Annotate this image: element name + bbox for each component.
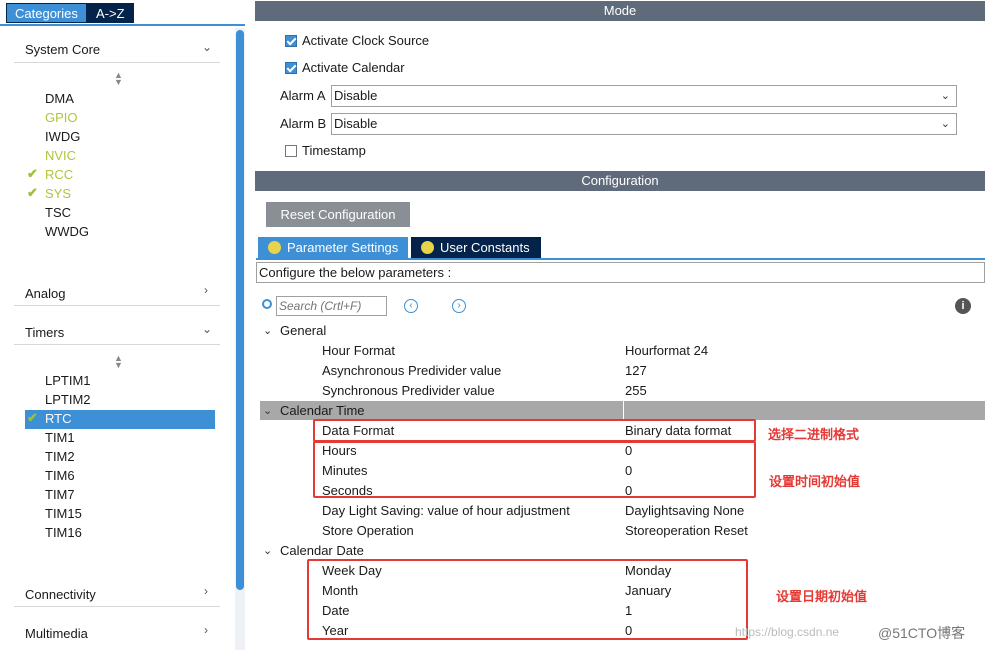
check-badge-icon	[421, 241, 434, 254]
alarm-b-value: Disable	[334, 116, 378, 131]
sidebar-scrollbar-thumb[interactable]	[236, 30, 244, 590]
activate-clock-label: Activate Clock Source	[302, 33, 430, 48]
highlight-box-binary	[313, 419, 756, 442]
param-label: Asynchronous Predivider value	[322, 363, 502, 378]
section-system-core[interactable]: System Core	[25, 42, 100, 57]
chevron-down-icon[interactable]: ⌄	[263, 324, 272, 337]
sidebar-item-rcc[interactable]: RCC	[45, 165, 73, 184]
chevron-right-icon[interactable]: ›	[204, 283, 208, 297]
group-calendar-time[interactable]: Calendar Time	[280, 403, 365, 418]
prev-result-icon[interactable]: ‹	[404, 299, 418, 313]
group-calendar-date[interactable]: Calendar Date	[280, 543, 364, 558]
column-divider	[623, 401, 624, 420]
annotation-binary: 选择二进制格式	[768, 427, 860, 442]
sidebar-item-tim15[interactable]: TIM15	[45, 504, 82, 523]
reset-configuration-button[interactable]: Reset Configuration	[266, 202, 410, 227]
sidebar-item-nvic[interactable]: NVIC	[45, 146, 76, 165]
annotation-date: 设置日期初始值	[776, 589, 868, 604]
sidebar-item-tim1[interactable]: TIM1	[45, 428, 75, 447]
chevron-down-icon[interactable]: ⌄	[263, 544, 272, 557]
param-value[interactable]: Storeoperation Reset	[625, 523, 748, 538]
sidebar-item-tim16[interactable]: TIM16	[45, 523, 82, 542]
sidebar-item-lptim2[interactable]: LPTIM2	[45, 390, 91, 409]
param-value[interactable]: 255	[625, 383, 647, 398]
divider	[14, 305, 220, 306]
divider	[14, 62, 220, 63]
section-multimedia[interactable]: Multimedia	[25, 626, 88, 641]
sidebar-item-rtc[interactable]: RTC	[45, 409, 71, 428]
param-label: Day Light Saving: value of hour adjustme…	[322, 503, 570, 518]
sidebar-item-tim7[interactable]: TIM7	[45, 485, 75, 504]
activate-clock-checkbox[interactable]	[285, 35, 297, 47]
section-analog[interactable]: Analog	[25, 286, 65, 301]
param-value[interactable]: Daylightsaving None	[625, 503, 744, 518]
sidebar-item-tim2[interactable]: TIM2	[45, 447, 75, 466]
tab-categories[interactable]: Categories	[6, 3, 87, 23]
timestamp-label: Timestamp	[302, 143, 366, 158]
sidebar-item-gpio[interactable]: GPIO	[45, 108, 78, 127]
sidebar-item-iwdg[interactable]: IWDG	[45, 127, 80, 146]
alarm-b-select[interactable]: Disable ⌄	[331, 113, 957, 135]
check-icon: ✔	[27, 185, 38, 200]
activate-calendar-checkbox[interactable]	[285, 62, 297, 74]
next-result-icon[interactable]: ›	[452, 299, 466, 313]
chevron-right-icon[interactable]: ›	[204, 623, 208, 637]
param-label: Store Operation	[322, 523, 414, 538]
configuration-header: Configuration	[255, 171, 985, 191]
tab-az[interactable]: A->Z	[87, 3, 134, 23]
divider	[14, 344, 220, 345]
tab-user-constants-label: User Constants	[440, 240, 530, 255]
chevron-down-icon[interactable]: ⌄	[202, 322, 212, 336]
watermark-right: @51CTO博客	[878, 625, 966, 641]
sidebar-item-lptim1[interactable]: LPTIM1	[45, 371, 91, 390]
check-icon: ✔	[27, 166, 38, 181]
check-badge-icon	[268, 241, 281, 254]
sidebar-item-dma[interactable]: DMA	[45, 89, 74, 108]
group-general[interactable]: General	[280, 323, 326, 338]
chevron-down-icon: ⌄	[940, 90, 950, 102]
sidebar-item-tsc[interactable]: TSC	[45, 203, 71, 222]
watermark-left: https://blog.csdn.ne	[735, 625, 840, 639]
param-value[interactable]: Hourformat 24	[625, 343, 708, 358]
info-icon[interactable]: i	[955, 298, 971, 314]
sidebar-item-sys[interactable]: SYS	[45, 184, 71, 203]
alarm-a-value: Disable	[334, 88, 378, 103]
mode-header: Mode	[255, 1, 985, 21]
chevron-right-icon[interactable]: ›	[204, 584, 208, 598]
sidebar-item-tim6[interactable]: TIM6	[45, 466, 75, 485]
section-timers[interactable]: Timers	[25, 325, 64, 340]
search-icon	[262, 299, 272, 309]
alarm-a-select[interactable]: Disable ⌄	[331, 85, 957, 107]
sort-arrows-icon[interactable]: ▲ ▼	[114, 354, 123, 370]
divider	[14, 606, 220, 607]
chevron-down-icon: ⌄	[940, 118, 950, 130]
activate-calendar-label: Activate Calendar	[302, 60, 405, 75]
annotation-time: 设置时间初始值	[769, 474, 861, 489]
timestamp-checkbox[interactable]	[285, 145, 297, 157]
tab-parameter-settings-label: Parameter Settings	[287, 240, 399, 255]
chevron-down-icon[interactable]: ⌄	[202, 40, 212, 54]
highlight-box-time	[313, 441, 756, 498]
highlight-box-date	[307, 559, 748, 640]
sort-arrows-icon[interactable]: ▲ ▼	[114, 71, 123, 87]
tab-underline	[0, 24, 245, 26]
section-connectivity[interactable]: Connectivity	[25, 587, 96, 602]
tab-underline	[256, 258, 985, 260]
check-icon: ✔	[27, 410, 38, 425]
alarm-a-label: Alarm A	[280, 88, 326, 103]
configure-text: Configure the below parameters :	[256, 262, 985, 283]
search-input[interactable]	[276, 296, 387, 316]
sidebar-item-wwdg[interactable]: WWDG	[45, 222, 89, 241]
param-label: Hour Format	[322, 343, 395, 358]
alarm-b-label: Alarm B	[280, 116, 327, 131]
param-value[interactable]: 127	[625, 363, 647, 378]
chevron-down-icon[interactable]: ⌄	[263, 404, 272, 417]
param-label: Synchronous Predivider value	[322, 383, 495, 398]
